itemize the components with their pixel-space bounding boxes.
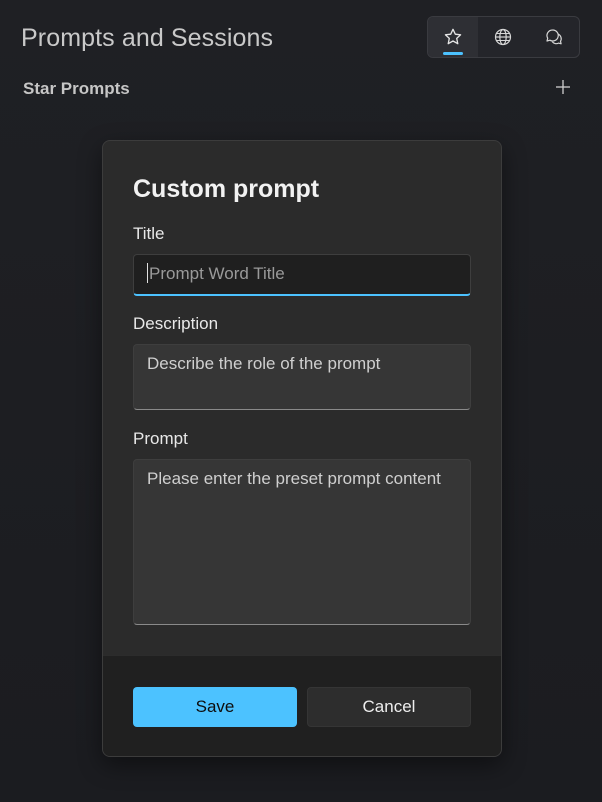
title-input[interactable]: Prompt Word Title bbox=[133, 254, 471, 296]
dialog-title: Custom prompt bbox=[133, 175, 320, 203]
title-placeholder: Prompt Word Title bbox=[149, 264, 285, 283]
title-label: Title bbox=[133, 224, 165, 243]
section-label-star-prompts: Star Prompts bbox=[23, 79, 130, 98]
text-caret bbox=[147, 263, 148, 284]
page-title: Prompts and Sessions bbox=[21, 24, 274, 52]
tab-sessions[interactable] bbox=[529, 17, 579, 57]
tab-starred[interactable] bbox=[428, 17, 479, 57]
description-placeholder: Describe the role of the prompt bbox=[147, 354, 381, 373]
prompt-label: Prompt bbox=[133, 429, 188, 448]
active-tab-indicator bbox=[443, 52, 463, 55]
cancel-button[interactable]: Cancel bbox=[307, 687, 471, 727]
chat-icon bbox=[546, 29, 562, 45]
description-label: Description bbox=[133, 314, 219, 333]
save-button[interactable]: Save bbox=[133, 687, 297, 727]
add-prompt-button[interactable] bbox=[552, 76, 574, 98]
dialog-footer: Save Cancel bbox=[103, 655, 501, 756]
plus-icon bbox=[556, 80, 570, 94]
view-switcher bbox=[427, 16, 580, 58]
prompt-placeholder: Please enter the preset prompt content bbox=[147, 469, 441, 488]
custom-prompt-dialog: Custom prompt Title Prompt Word Title De… bbox=[102, 140, 502, 757]
description-textarea[interactable]: Describe the role of the prompt bbox=[133, 344, 471, 410]
prompt-textarea[interactable]: Please enter the preset prompt content bbox=[133, 459, 471, 625]
star-icon bbox=[444, 28, 462, 45]
globe-icon bbox=[495, 28, 512, 46]
tab-web[interactable] bbox=[478, 17, 528, 57]
